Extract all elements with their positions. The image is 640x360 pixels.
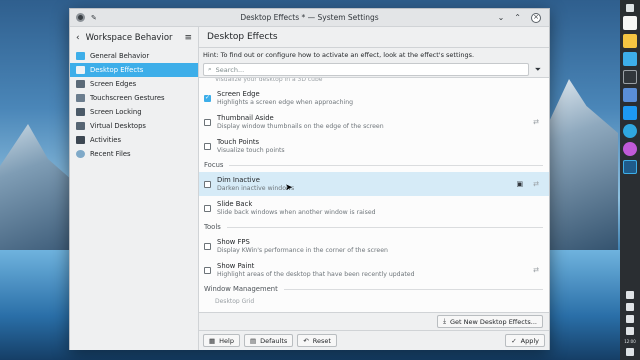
expand-tray-icon[interactable] xyxy=(626,327,634,335)
screen-edges-icon xyxy=(76,80,85,88)
volume-icon[interactable] xyxy=(626,315,634,323)
help-button[interactable]: ▦ Help xyxy=(203,334,240,347)
defaults-icon[interactable]: ⇄ xyxy=(533,266,539,274)
list-item-partial-bottom: Desktop Grid xyxy=(215,298,255,304)
sidebar-item-touchscreen-gestures[interactable]: Touchscreen Gestures xyxy=(70,91,198,105)
reset-icon: ↶ xyxy=(303,336,309,345)
dim-inactive-checkbox[interactable] xyxy=(204,180,211,188)
power-icon[interactable] xyxy=(626,348,634,356)
section-window-management: Window Management xyxy=(199,282,549,296)
get-new-effects-button[interactable]: ⤓ Get New Desktop Effects... xyxy=(437,315,543,328)
virtual-desktops-icon xyxy=(76,122,85,130)
activities-icon xyxy=(76,136,85,144)
sidebar-item-activities[interactable]: Activities xyxy=(70,133,198,147)
desktop-mountains-right xyxy=(548,79,618,250)
sidebar-header-title: Workspace Behavior xyxy=(85,33,173,43)
defaults-icon[interactable]: ⇄ xyxy=(533,180,539,188)
sidebar-item-screen-edges[interactable]: Screen Edges xyxy=(70,77,198,91)
search-input[interactable]: ⌕ Search... xyxy=(203,63,529,76)
pin-icon[interactable]: ✎ xyxy=(91,14,97,22)
system-settings-app-icon[interactable] xyxy=(76,13,85,22)
hint-text: Hint: To find out or configure how to ac… xyxy=(199,48,549,62)
network-icon[interactable] xyxy=(623,124,637,138)
list-item-partial: Visualize your desktop in a 3D cube xyxy=(215,78,323,83)
clock[interactable]: 12:00 xyxy=(624,339,636,344)
apply-button[interactable]: ✓ Apply xyxy=(505,334,545,347)
discover-icon[interactable] xyxy=(623,88,637,102)
screen-edge-checkbox[interactable]: ✓ xyxy=(204,94,211,102)
apply-icon: ✓ xyxy=(511,336,517,345)
defaults-icon: ▤ xyxy=(249,336,257,345)
touchscreen-gestures-icon xyxy=(76,94,85,102)
filter-icon[interactable]: ⏷ xyxy=(535,65,545,75)
defaults-button[interactable]: ▤ Defaults xyxy=(243,334,294,347)
effect-row-screen-edge[interactable]: ✓ Screen Edge Highlights a screen edge w… xyxy=(199,86,549,110)
effect-row-dim-inactive[interactable]: Dim Inactive Darken inactive windows ▣ ⇄… xyxy=(199,172,549,196)
show-fps-checkbox[interactable] xyxy=(204,242,211,250)
sidebar: ‹ Workspace Behavior ≡ General Behavior … xyxy=(70,27,199,350)
files-icon[interactable] xyxy=(623,52,637,66)
system-settings-window: ✎ Desktop Effects * — System Settings ⌄ … xyxy=(69,8,550,350)
sidebar-item-screen-locking[interactable]: Screen Locking xyxy=(70,105,198,119)
sidebar-item-virtual-desktops[interactable]: Virtual Desktops xyxy=(70,119,198,133)
effect-row-show-paint[interactable]: Show Paint Highlight areas of the deskto… xyxy=(199,258,549,282)
general-behavior-icon xyxy=(76,52,85,60)
firefox-icon[interactable] xyxy=(623,142,637,156)
maximize-button[interactable]: ⌃ xyxy=(514,13,521,22)
effect-row-show-fps[interactable]: Show FPS Display KWin's performance in t… xyxy=(199,234,549,258)
sidebar-item-general-behavior[interactable]: General Behavior xyxy=(70,49,198,63)
desktop-mountains-left xyxy=(0,124,80,250)
get-new-row: ⤓ Get New Desktop Effects... xyxy=(199,312,549,330)
kate-icon[interactable] xyxy=(623,16,637,30)
sidebar-item-desktop-effects[interactable]: Desktop Effects xyxy=(70,63,198,77)
tray-icon[interactable] xyxy=(626,291,634,299)
download-icon: ⤓ xyxy=(443,317,446,325)
effects-list: Visualize your desktop in a 3D cube ✓ Sc… xyxy=(199,78,549,312)
window-title: Desktop Effects * — System Settings xyxy=(240,13,379,22)
section-focus: Focus xyxy=(199,158,549,172)
terminal-icon[interactable] xyxy=(623,70,637,84)
divider xyxy=(226,226,543,228)
footer-bar: ▦ Help ▤ Defaults ↶ Reset ✓ Apply xyxy=(199,330,549,350)
dolphin-icon[interactable] xyxy=(623,106,637,120)
show-paint-checkbox[interactable] xyxy=(204,266,211,274)
search-placeholder: Search... xyxy=(215,65,245,74)
recent-files-icon xyxy=(76,150,85,158)
sidebar-item-recent-files[interactable]: Recent Files xyxy=(70,147,198,161)
page-title: Desktop Effects xyxy=(199,27,549,48)
minimize-button[interactable]: ⌄ xyxy=(498,13,505,22)
hamburger-menu-icon[interactable]: ≡ xyxy=(184,33,192,43)
mouse-cursor-icon: ➤ xyxy=(285,183,293,193)
touch-points-checkbox[interactable] xyxy=(204,142,211,150)
effect-row-thumbnail-aside[interactable]: Thumbnail Aside Display window thumbnail… xyxy=(199,110,549,134)
search-row: ⌕ Search... ⏷ xyxy=(199,62,549,78)
divider xyxy=(229,164,543,166)
main-content: Desktop Effects Hint: To find out or con… xyxy=(199,27,549,350)
reset-button[interactable]: ↶ Reset xyxy=(297,334,337,347)
help-icon: ▦ xyxy=(209,336,216,345)
right-panel: 12:00 xyxy=(620,0,640,360)
effect-row-slide-back[interactable]: Slide Back Slide back windows when anoth… xyxy=(199,196,549,220)
defaults-icon[interactable]: ⇄ xyxy=(533,118,539,126)
battery-icon[interactable] xyxy=(626,303,634,311)
effect-row-touch-points[interactable]: Touch Points Visualize touch points xyxy=(199,134,549,158)
back-arrow-icon[interactable]: ‹ xyxy=(76,33,80,43)
configure-icon[interactable]: ▣ xyxy=(517,180,524,188)
app-launcher-icon[interactable] xyxy=(626,4,634,12)
desktop-effects-icon xyxy=(76,66,85,74)
section-tools: Tools xyxy=(199,220,549,234)
slide-back-checkbox[interactable] xyxy=(204,204,211,212)
sidebar-header: ‹ Workspace Behavior ≡ xyxy=(70,27,198,49)
screen-locking-icon xyxy=(76,108,85,116)
titlebar: ✎ Desktop Effects * — System Settings ⌄ … xyxy=(70,9,549,27)
divider xyxy=(283,288,543,290)
thumbnail-aside-checkbox[interactable] xyxy=(204,118,211,126)
notes-icon[interactable] xyxy=(623,34,637,48)
close-button[interactable]: × xyxy=(531,12,541,23)
search-icon: ⌕ xyxy=(208,65,212,73)
system-settings-taskbar-icon[interactable] xyxy=(623,160,637,174)
